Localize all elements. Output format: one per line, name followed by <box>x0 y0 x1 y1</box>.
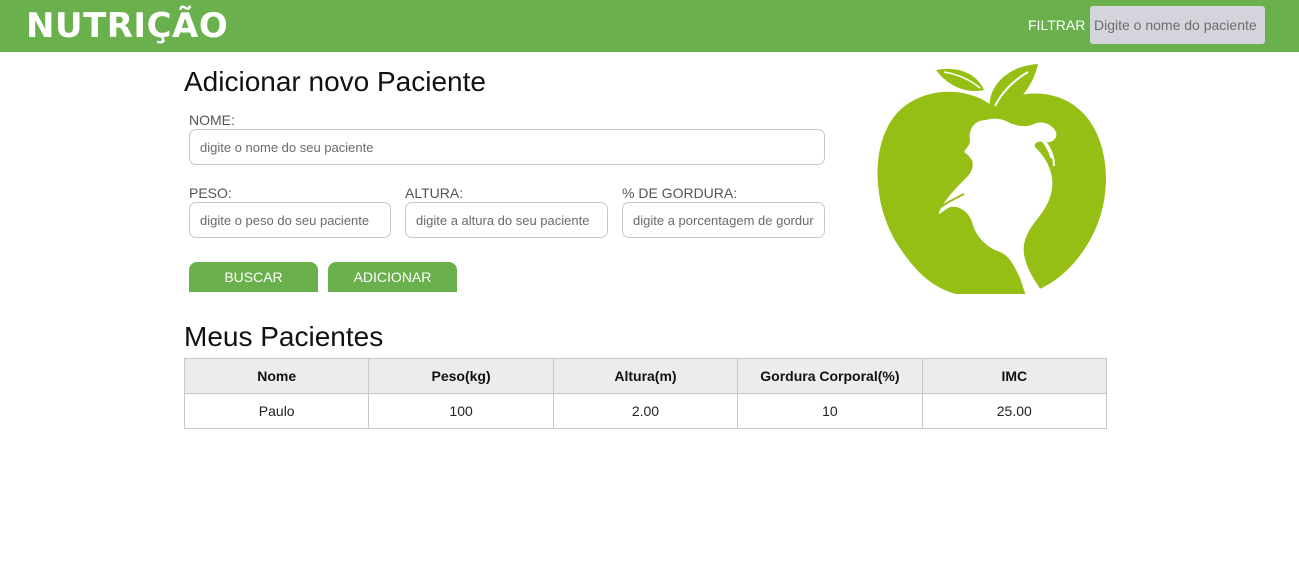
gordura-label: % DE GORDURA: <box>622 185 738 201</box>
peso-input[interactable] <box>189 202 391 238</box>
column-header-nome: Nome <box>183 358 370 394</box>
table-row[interactable]: Paulo 100 2.00 10 25.00 <box>183 393 1108 429</box>
gordura-input[interactable] <box>622 202 825 238</box>
app-logo: NUTRIÇÃO <box>26 6 229 46</box>
column-header-imc: IMC <box>921 358 1108 394</box>
nome-label: NOME: <box>189 112 235 128</box>
top-header: NUTRIÇÃO FILTRAR <box>0 0 1299 52</box>
cell-nome: Paulo <box>183 393 370 429</box>
column-header-altura: Altura(m) <box>552 358 739 394</box>
adicionar-button[interactable]: ADICIONAR <box>328 262 457 292</box>
altura-input[interactable] <box>405 202 608 238</box>
patients-table: Nome Peso(kg) Altura(m) Gordura Corporal… <box>183 358 1108 429</box>
apple-woman-silhouette-icon <box>877 64 1106 296</box>
cell-altura: 2.00 <box>552 393 739 429</box>
table-header-row: Nome Peso(kg) Altura(m) Gordura Corporal… <box>183 358 1108 394</box>
nome-input[interactable] <box>189 129 825 165</box>
patients-title: Meus Pacientes <box>184 321 384 352</box>
filter-input[interactable] <box>1090 6 1265 44</box>
peso-label: PESO: <box>189 185 232 201</box>
column-header-peso: Peso(kg) <box>368 358 554 394</box>
buscar-button[interactable]: BUSCAR <box>189 262 318 292</box>
cell-imc: 25.00 <box>921 393 1108 429</box>
form-title: Adicionar novo Paciente <box>184 66 486 97</box>
cell-gordura: 10 <box>737 393 923 429</box>
filter-label: FILTRAR <box>1028 17 1086 33</box>
altura-label: ALTURA: <box>405 185 464 201</box>
column-header-gordura: Gordura Corporal(%) <box>737 358 923 394</box>
cell-peso: 100 <box>368 393 554 429</box>
